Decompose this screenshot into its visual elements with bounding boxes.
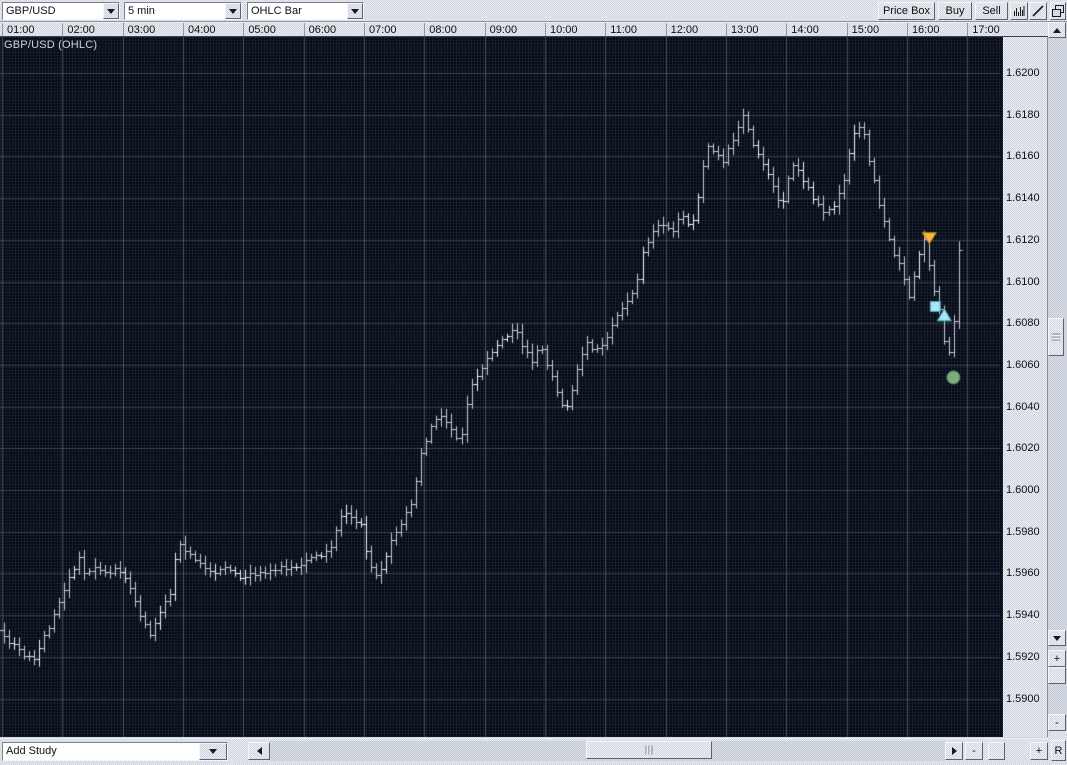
buy-button[interactable]: Buy <box>938 2 972 20</box>
scroll-spacer-button[interactable] <box>988 742 1005 760</box>
price-axis-label: 1.6140 <box>1006 192 1040 205</box>
price-axis-label: 1.6120 <box>1006 233 1040 246</box>
zoom-out-vertical-button[interactable]: - <box>1048 714 1066 731</box>
price-axis-label: 1.6100 <box>1006 275 1040 288</box>
time-axis-label: 02:00 <box>62 23 95 36</box>
axis-spacer-button[interactable] <box>1048 667 1066 684</box>
time-axis-label: 05:00 <box>243 23 276 36</box>
price-axis-label: 1.6160 <box>1006 150 1040 163</box>
symbol-select-value: GBP/USD <box>3 3 103 19</box>
time-axis-label: 15:00 <box>846 23 879 36</box>
price-box-button[interactable]: Price Box <box>878 2 935 20</box>
interval-select-value: 5 min <box>125 3 225 19</box>
scroll-up-icon[interactable] <box>1048 22 1066 38</box>
time-axis[interactable]: 01:00 02:00 03:00 04:00 05:00 06:00 07:00 08:00… <box>0 22 1048 37</box>
price-axis-label: 1.6180 <box>1006 108 1040 121</box>
price-axis[interactable]: 1.6200 1.6180 1.6160 1.6140 1.6120 1.6100 1.60… <box>1003 37 1048 737</box>
trading-chart-window: GBP/USD 5 min OHLC Bar Price Box Buy Sel… <box>0 0 1067 765</box>
symbol-select[interactable]: GBP/USD <box>2 2 120 20</box>
vertical-scrollbar-thumb[interactable] <box>1048 318 1064 356</box>
trendline-icon[interactable] <box>1029 2 1047 20</box>
time-axis-label: 09:00 <box>484 23 517 36</box>
price-axis-label: 1.5960 <box>1006 567 1040 580</box>
time-axis-label: 13:00 <box>725 23 758 36</box>
zoom-in-vertical-button[interactable]: + <box>1048 650 1066 667</box>
time-axis-label: 08:00 <box>424 23 457 36</box>
zoom-out-horizontal-button[interactable]: - <box>965 742 983 760</box>
price-axis-label: 1.6020 <box>1006 442 1040 455</box>
horizontal-scrollbar-thumb[interactable] <box>586 741 712 759</box>
price-axis-label: 1.6080 <box>1006 317 1040 330</box>
price-axis-label: 1.6040 <box>1006 400 1040 413</box>
scroll-down-icon[interactable] <box>1048 630 1066 646</box>
chevron-down-icon[interactable] <box>103 3 119 19</box>
chevron-down-icon[interactable] <box>347 3 363 19</box>
chart-type-select[interactable]: OHLC Bar <box>247 2 364 20</box>
price-axis-label: 1.6060 <box>1006 358 1040 371</box>
chart-title: GBP/USD (OHLC) <box>4 39 98 51</box>
price-axis-label: 1.5920 <box>1006 650 1040 663</box>
zoom-in-horizontal-button[interactable]: + <box>1030 742 1048 760</box>
time-axis-label: 11:00 <box>605 23 637 36</box>
scroll-left-icon[interactable] <box>248 742 270 760</box>
add-study-select-value: Add Study <box>3 743 199 760</box>
vertical-zoom-track <box>1048 684 1066 714</box>
time-axis-label: 03:00 <box>122 23 155 36</box>
chevron-down-icon[interactable] <box>225 3 241 19</box>
top-toolbar: GBP/USD 5 min OHLC Bar Price Box Buy Sel… <box>0 0 1067 22</box>
time-axis-label: 01:00 <box>2 23 35 36</box>
horizontal-scrollbar-track[interactable] <box>270 741 945 761</box>
time-axis-label: 10:00 <box>544 23 578 36</box>
time-axis-label: 07:00 <box>363 23 397 36</box>
reset-button[interactable]: R <box>1051 740 1066 761</box>
time-axis-label: 17:00 <box>967 23 1000 36</box>
price-axis-label: 1.6000 <box>1006 484 1040 496</box>
bottom-bar: Add Study - + <box>0 738 1048 765</box>
price-axis-label: 1.5980 <box>1006 525 1040 538</box>
time-axis-label: 14:00 <box>786 23 819 36</box>
chevron-down-icon[interactable] <box>199 743 227 760</box>
add-study-select[interactable]: Add Study <box>2 742 228 761</box>
volume-study-icon[interactable] <box>1010 2 1028 20</box>
interval-select[interactable]: 5 min <box>124 2 242 20</box>
chart-type-select-value: OHLC Bar <box>248 3 347 19</box>
cascade-windows-icon[interactable] <box>1050 2 1066 20</box>
price-axis-label: 1.5940 <box>1006 609 1040 622</box>
price-axis-label: 1.6200 <box>1006 67 1040 79</box>
time-axis-label: 04:00 <box>182 23 216 36</box>
price-axis-label: 1.5900 <box>1006 692 1040 705</box>
time-axis-label: 12:00 <box>665 23 698 36</box>
chart-plot[interactable]: GBP/USD (OHLC) <box>0 37 1003 737</box>
scroll-right-icon[interactable] <box>945 742 963 760</box>
time-axis-label: 06:00 <box>303 23 336 36</box>
vertical-scrollbar-track[interactable] <box>1048 38 1066 630</box>
ohlc-chart-canvas[interactable] <box>0 37 1003 737</box>
time-axis-label: 16:00 <box>906 23 939 36</box>
sell-button[interactable]: Sell <box>975 2 1008 20</box>
